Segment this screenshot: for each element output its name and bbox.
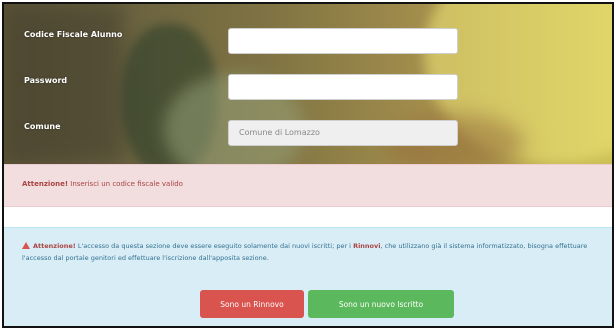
error-alert-message: Inserisci un codice fiscale valido (68, 180, 183, 188)
info-alert-text-before: L'accesso da questa sezione deve essere … (75, 242, 354, 250)
rinnovo-button[interactable]: Sono un Rinnovo (200, 290, 304, 318)
error-alert-title: Attenzione! (22, 180, 69, 188)
login-panel: Codice Fiscale Alunno Password Comune Co… (2, 2, 614, 328)
comune-selected-value: Comune di Lomazzo (239, 128, 320, 137)
info-alert-highlight: Rinnovi (353, 242, 381, 250)
error-alert: Attenzione! Inserisci un codice fiscale … (4, 164, 612, 207)
codice-fiscale-label: Codice Fiscale Alunno (24, 30, 123, 39)
comune-label: Comune (24, 122, 61, 131)
comune-select[interactable]: Comune di Lomazzo (228, 120, 458, 146)
codice-fiscale-input[interactable] (228, 28, 458, 54)
nuovo-iscritto-button[interactable]: Sono un nuovo Iscritto (308, 290, 454, 318)
warning-icon (22, 242, 30, 249)
info-alert-title: Attenzione! (33, 242, 76, 250)
password-input[interactable] (228, 74, 458, 100)
password-label: Password (24, 76, 68, 85)
